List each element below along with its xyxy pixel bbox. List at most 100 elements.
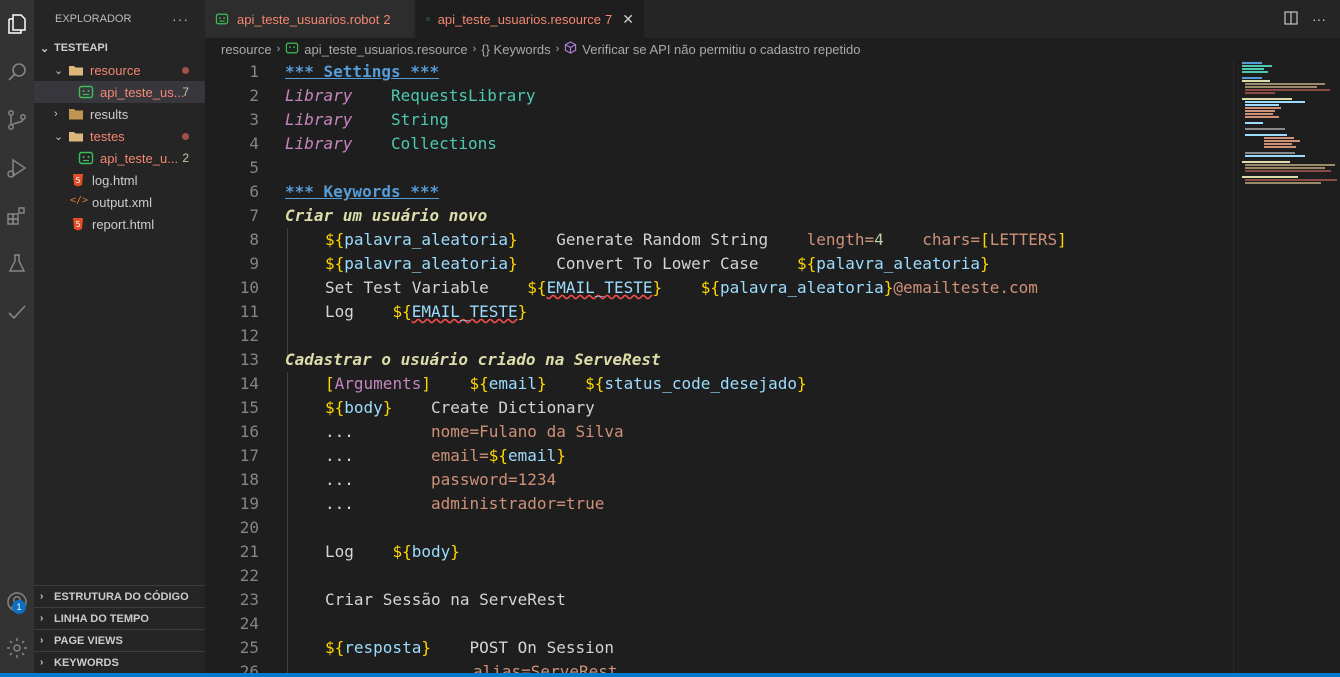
testing-icon[interactable] (0, 246, 34, 282)
library-name: RequestsLibrary (390, 86, 536, 105)
source-control-icon[interactable] (0, 102, 34, 138)
argument: administrador=true (430, 494, 605, 513)
breadcrumb-folder[interactable]: resource (221, 42, 272, 57)
variable: palavra_aleatoria (344, 230, 509, 249)
minimap-line (1245, 170, 1331, 172)
tab-robot-file[interactable]: api_teste_usuarios.robot 2 (205, 0, 414, 38)
settings-gear-icon[interactable] (0, 630, 34, 666)
robot-file-icon (78, 85, 94, 99)
tree-folder-results[interactable]: › results (34, 103, 205, 125)
variable: EMAIL_TESTE (546, 278, 653, 297)
more-actions-icon[interactable]: ··· (172, 11, 189, 27)
settings-header: *** Settings *** (285, 62, 440, 81)
minimap-line (1264, 143, 1292, 145)
variable: email (508, 446, 557, 465)
line-number: 3 (249, 110, 259, 129)
section-label: LINHA DO TEMPO (54, 612, 149, 625)
minimap-line (1242, 80, 1270, 82)
breadcrumb-section[interactable]: {} Keywords (481, 42, 550, 57)
svg-text:5: 5 (75, 176, 80, 185)
minimap-line (1245, 167, 1325, 169)
line-number: 11 (239, 302, 259, 321)
argument: alias=ServeRest (473, 662, 618, 673)
section-keywords[interactable]: › KEYWORDS (34, 651, 205, 673)
tree-file-report-html[interactable]: 5 report.html (34, 213, 205, 235)
tab-resource-file[interactable]: api_teste_usuarios.resource 7 ✕ (416, 0, 644, 38)
variable: palavra_aleatoria (344, 254, 509, 273)
code-line: 16... nome=Fulano da Silva (205, 420, 1233, 444)
keyword-definition: Criar um usuário novo (285, 206, 488, 225)
tree-file-api-teste-resource[interactable]: api_teste_us... 7 (34, 81, 205, 103)
code-line: 2 Library RequestsLibrary (205, 84, 1233, 108)
tree-file-log-html[interactable]: 5 log.html (34, 169, 205, 191)
search-icon[interactable] (0, 54, 34, 90)
line-number: 24 (239, 614, 259, 633)
breadcrumb-keyword[interactable]: Verificar se API não permitiu o cadastro… (582, 42, 860, 57)
argument-value: 4 (874, 230, 884, 249)
setting-keyword: Library (285, 110, 353, 129)
argument-name: email= (430, 446, 489, 465)
setting-keyword: Library (285, 86, 353, 105)
code-line: 19... administrador=true (205, 492, 1233, 516)
line-number: 4 (249, 134, 259, 153)
tree-folder-testes[interactable]: ⌄ testes (34, 125, 205, 147)
tree-label: log.html (92, 172, 138, 188)
line-number: 26 (239, 662, 259, 673)
section-outline[interactable]: › ESTRUTURA DO CÓDIGO (34, 585, 205, 607)
tree-folder-resource[interactable]: ⌄ resource (34, 59, 205, 81)
problem-count: 2 (182, 151, 189, 165)
svg-text:5: 5 (75, 220, 80, 229)
tree-file-api-teste-robot[interactable]: api_teste_u... 2 (34, 147, 205, 169)
tab-label: api_teste_usuarios.robot (237, 11, 380, 27)
variable: body (411, 542, 451, 561)
keyword-call: Convert To Lower Case (556, 254, 759, 273)
line-number: 19 (239, 494, 259, 513)
folder-icon (68, 107, 84, 121)
explorer-icon[interactable] (0, 6, 34, 42)
continuation: ... (325, 494, 354, 513)
minimap-line (1245, 107, 1281, 109)
code-line: 8 ${palavra_aleatoria} Generate Random St… (205, 228, 1233, 252)
robot-file-icon (78, 151, 94, 165)
robot-file-icon (426, 17, 430, 21)
minimap-line (1245, 164, 1335, 166)
line-number: 14 (239, 374, 259, 393)
line-number: 21 (239, 542, 259, 561)
section-timeline[interactable]: › LINHA DO TEMPO (34, 607, 205, 629)
tree-file-output-xml[interactable]: </> output.xml (34, 191, 205, 213)
code-editor[interactable]: 1 *** Settings *** 2 Library RequestsLibra… (205, 60, 1233, 673)
minimap-line (1242, 161, 1290, 163)
run-debug-icon[interactable] (0, 150, 34, 186)
minimap-line (1242, 68, 1264, 70)
variable: body (344, 398, 383, 417)
html-file-icon: 5 (70, 173, 86, 187)
line-number: 6 (249, 182, 259, 201)
line-number: 8 (249, 230, 259, 249)
breadcrumb-file[interactable]: api_teste_usuarios.resource (304, 42, 467, 57)
minimap[interactable] (1233, 60, 1340, 673)
code-line: 9 ${palavra_aleatoria} Convert To Lower C… (205, 252, 1233, 276)
chevron-right-icon: › (276, 43, 281, 55)
chevron-right-icon: › (40, 657, 44, 668)
folder-open-icon (68, 129, 84, 143)
activity-bar: 1 (0, 0, 34, 677)
minimap-line (1245, 116, 1279, 118)
split-editor-icon[interactable] (1284, 11, 1298, 28)
extensions-icon[interactable] (0, 198, 34, 234)
code-line: 11 Log ${EMAIL_TESTE} (205, 300, 1233, 324)
workspace-root[interactable]: ⌄ TESTEAPI (34, 37, 205, 59)
line-number: 10 (239, 278, 259, 297)
tab-bar: api_teste_usuarios.robot 2 api_teste_usu… (205, 0, 1340, 38)
keyword-call: Log (325, 302, 354, 321)
more-actions-icon[interactable]: ··· (1312, 11, 1326, 28)
minimap-line (1245, 134, 1287, 136)
argument-name: length= (806, 230, 875, 249)
section-page-views[interactable]: › PAGE VIEWS (34, 629, 205, 651)
minimap-line (1245, 89, 1330, 91)
close-icon[interactable]: ✕ (622, 11, 634, 28)
tree-label: api_teste_us... (100, 84, 185, 100)
chevron-down-icon: ⌄ (40, 42, 50, 55)
checkmark-icon[interactable] (0, 294, 34, 330)
variable: palavra_aleatoria (816, 254, 981, 273)
minimap-line (1264, 140, 1300, 142)
